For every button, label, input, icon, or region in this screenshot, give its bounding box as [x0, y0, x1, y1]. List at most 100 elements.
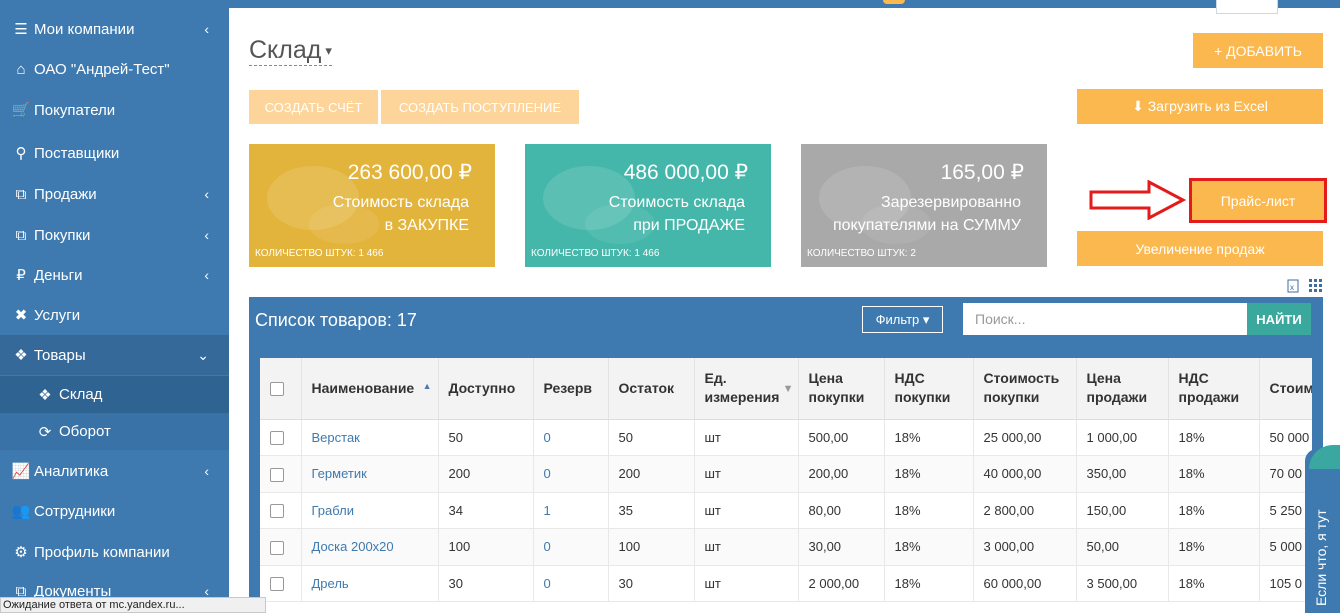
sidebar-item-label: Аналитика — [34, 462, 109, 480]
row-checkbox[interactable] — [270, 504, 284, 519]
sidebar-item-bottom-0[interactable]: 📈 Аналитика ‹ — [0, 451, 229, 491]
filter-button[interactable]: Фильтр ▾ — [862, 306, 943, 333]
ruble-icon: ₽ — [16, 267, 26, 284]
sidebar-item-1[interactable]: ⌂ ОАО "Андрей-Тест" — [0, 49, 229, 89]
cubes-icon: ❖ — [38, 386, 52, 404]
column-header[interactable]: Наименование ▲ — [301, 358, 439, 420]
list-icon: ☰ — [14, 21, 28, 38]
sidebar-subitem-0[interactable]: ❖ Склад — [0, 376, 229, 413]
table-row: Дрель 30 0 30 шт 2 000,00 18% 60 000,00 3 500,00… — [260, 565, 1312, 602]
table-cell: 18% — [1168, 419, 1260, 456]
column-header[interactable]: Цена покупки — [798, 358, 885, 420]
excel-export-icon[interactable]: x — [1287, 279, 1299, 296]
stat-quantity: КОЛИЧЕСТВО ШТУК: 1 466 — [531, 248, 660, 259]
table-cell: 350,00 — [1076, 455, 1169, 493]
column-header[interactable]: Стоим прода — [1259, 358, 1312, 420]
row-checkbox[interactable] — [270, 540, 284, 555]
column-header-label: НДС покупки — [894, 370, 951, 406]
product-name-link[interactable]: Дрель — [301, 565, 439, 602]
product-name-link[interactable]: Грабли — [301, 492, 439, 529]
row-checkbox[interactable] — [270, 467, 284, 482]
sidebar-item-bottom-1[interactable]: 👥 Сотрудники — [0, 491, 229, 531]
create-receipt-button[interactable]: СОЗДАТЬ ПОСТУПЛЕНИЕ — [381, 90, 579, 124]
stat-quantity: КОЛИЧЕСТВО ШТУК: 1 466 — [255, 248, 384, 259]
stat-amount: 165,00 ₽ — [940, 161, 1024, 184]
reserve-link[interactable]: 1 — [533, 492, 609, 529]
top-dropdown[interactable] — [1216, 0, 1278, 14]
column-header[interactable]: НДС покупки — [884, 358, 974, 420]
table-cell: 100 — [608, 528, 695, 566]
filter-icon[interactable]: ▼ — [783, 380, 794, 399]
sidebar-item-bottom-2[interactable]: ⚙ Профиль компании — [0, 532, 229, 572]
sidebar-item-3[interactable]: ⚲ Поставщики — [0, 133, 229, 173]
table-row: Герметик 200 0 200 шт 200,00 18% 40 000,00 350,0… — [260, 455, 1312, 493]
sidebar-item-2[interactable]: 🛒 Покупатели — [0, 90, 229, 130]
stat-card-0: 263 600,00 ₽ Стоимость склада в ЗАКУПКЕ КОЛ… — [249, 144, 495, 267]
column-header[interactable]: Стоимость покупки — [973, 358, 1077, 420]
column-header[interactable]: Резерв — [533, 358, 609, 420]
sidebar-item-7[interactable]: ✖ Услуги — [0, 295, 229, 335]
feedback-tab[interactable]: Если что, я тут — [1305, 445, 1340, 613]
product-name-link[interactable]: Герметик — [301, 455, 439, 493]
column-header[interactable]: Остаток — [608, 358, 695, 420]
search-input[interactable] — [963, 303, 1247, 335]
reserve-link[interactable]: 0 — [533, 419, 609, 456]
row-checkbox[interactable] — [270, 577, 284, 592]
stat-card-2: 165,00 ₽ Зарезервированно покупателями на … — [801, 144, 1047, 267]
add-button[interactable]: + ДОБАВИТЬ — [1193, 33, 1323, 68]
column-header[interactable]: Доступно — [438, 358, 534, 420]
chevron-icon: ‹ — [204, 463, 209, 479]
chevron-icon: ‹ — [204, 186, 209, 202]
price-list-button[interactable]: Прайс-лист — [1189, 178, 1327, 223]
upload-excel-button[interactable]: ⬇ Загрузить из Excel — [1077, 89, 1323, 124]
table-cell: 50 — [608, 419, 695, 456]
cart-icon: 🛒 — [11, 102, 31, 119]
notification-dot[interactable] — [883, 0, 905, 4]
sidebar-item-8[interactable]: ❖ Товары ⌄ — [0, 335, 229, 375]
product-name-link[interactable]: Верстак — [301, 419, 439, 456]
table-cell: шт — [694, 528, 799, 566]
select-all-checkbox[interactable] — [270, 382, 284, 397]
stat-desc-line2: покупателями на СУММУ — [832, 217, 1021, 234]
reserve-link[interactable]: 0 — [533, 455, 609, 493]
reserve-link[interactable]: 0 — [533, 528, 609, 566]
product-name-link[interactable]: Доска 200x20 — [301, 528, 439, 566]
table-cell: 18% — [884, 492, 974, 529]
grid-view-icon[interactable] — [1309, 279, 1322, 295]
sidebar-item-6[interactable]: ₽ Деньги ‹ — [0, 255, 229, 295]
table-cell: 2 800,00 — [973, 492, 1077, 529]
stat-desc-line1: Стоимость склада — [608, 194, 745, 211]
table-cell: 100 — [438, 528, 534, 566]
sidebar-item-0[interactable]: ☰ Мои компании ‹ — [0, 9, 229, 49]
sidebar-subitem-1[interactable]: ⟳ Оборот — [0, 413, 229, 450]
sort-asc-icon[interactable]: ▲ — [423, 377, 432, 396]
cubes-icon: ❖ — [14, 347, 28, 364]
sidebar: ☰ Мои компании ‹ ⌂ ОАО "Андрей-Тест" 🛒 Покупат… — [0, 0, 229, 613]
stat-description: Стоимость склада при ПРОДАЖЕ — [609, 191, 745, 237]
row-checkbox[interactable] — [270, 431, 284, 446]
sales-icon: ⧉ — [15, 185, 27, 203]
column-header[interactable]: Ед. измерения ▼ — [694, 358, 799, 420]
sidebar-item-5[interactable]: ⧉ Покупки ‹ — [0, 215, 229, 255]
table-cell: 150,00 — [1076, 492, 1169, 529]
sidebar-item-label: Услуги — [34, 306, 81, 324]
top-bar — [229, 0, 1340, 8]
table-cell: 500,00 — [798, 419, 885, 456]
table-cell: 50,00 — [1076, 528, 1169, 566]
create-invoice-button[interactable]: СОЗДАТЬ СЧЁТ — [249, 90, 378, 124]
column-header[interactable]: НДС продажи — [1168, 358, 1260, 420]
stat-description: Стоимость склада в ЗАКУПКЕ — [333, 191, 469, 237]
table-cell: 18% — [884, 528, 974, 566]
table-cell: 80,00 — [798, 492, 885, 529]
increase-sales-button[interactable]: Увеличение продаж — [1077, 231, 1323, 266]
sidebar-item-4[interactable]: ⧉ Продажи ‹ — [0, 174, 229, 214]
sidebar-subitem-label: Склад — [59, 386, 103, 403]
column-header-label: НДС продажи — [1178, 370, 1240, 406]
page-title[interactable]: Склад ▾ — [249, 36, 332, 66]
table-cell: 18% — [1168, 455, 1260, 493]
search-button[interactable]: НАЙТИ — [1247, 303, 1311, 335]
reserve-link[interactable]: 0 — [533, 565, 609, 602]
table-cell: 200,00 — [798, 455, 885, 493]
column-header[interactable]: Цена продажи — [1076, 358, 1169, 420]
gear-icon: ⚙ — [14, 544, 28, 561]
